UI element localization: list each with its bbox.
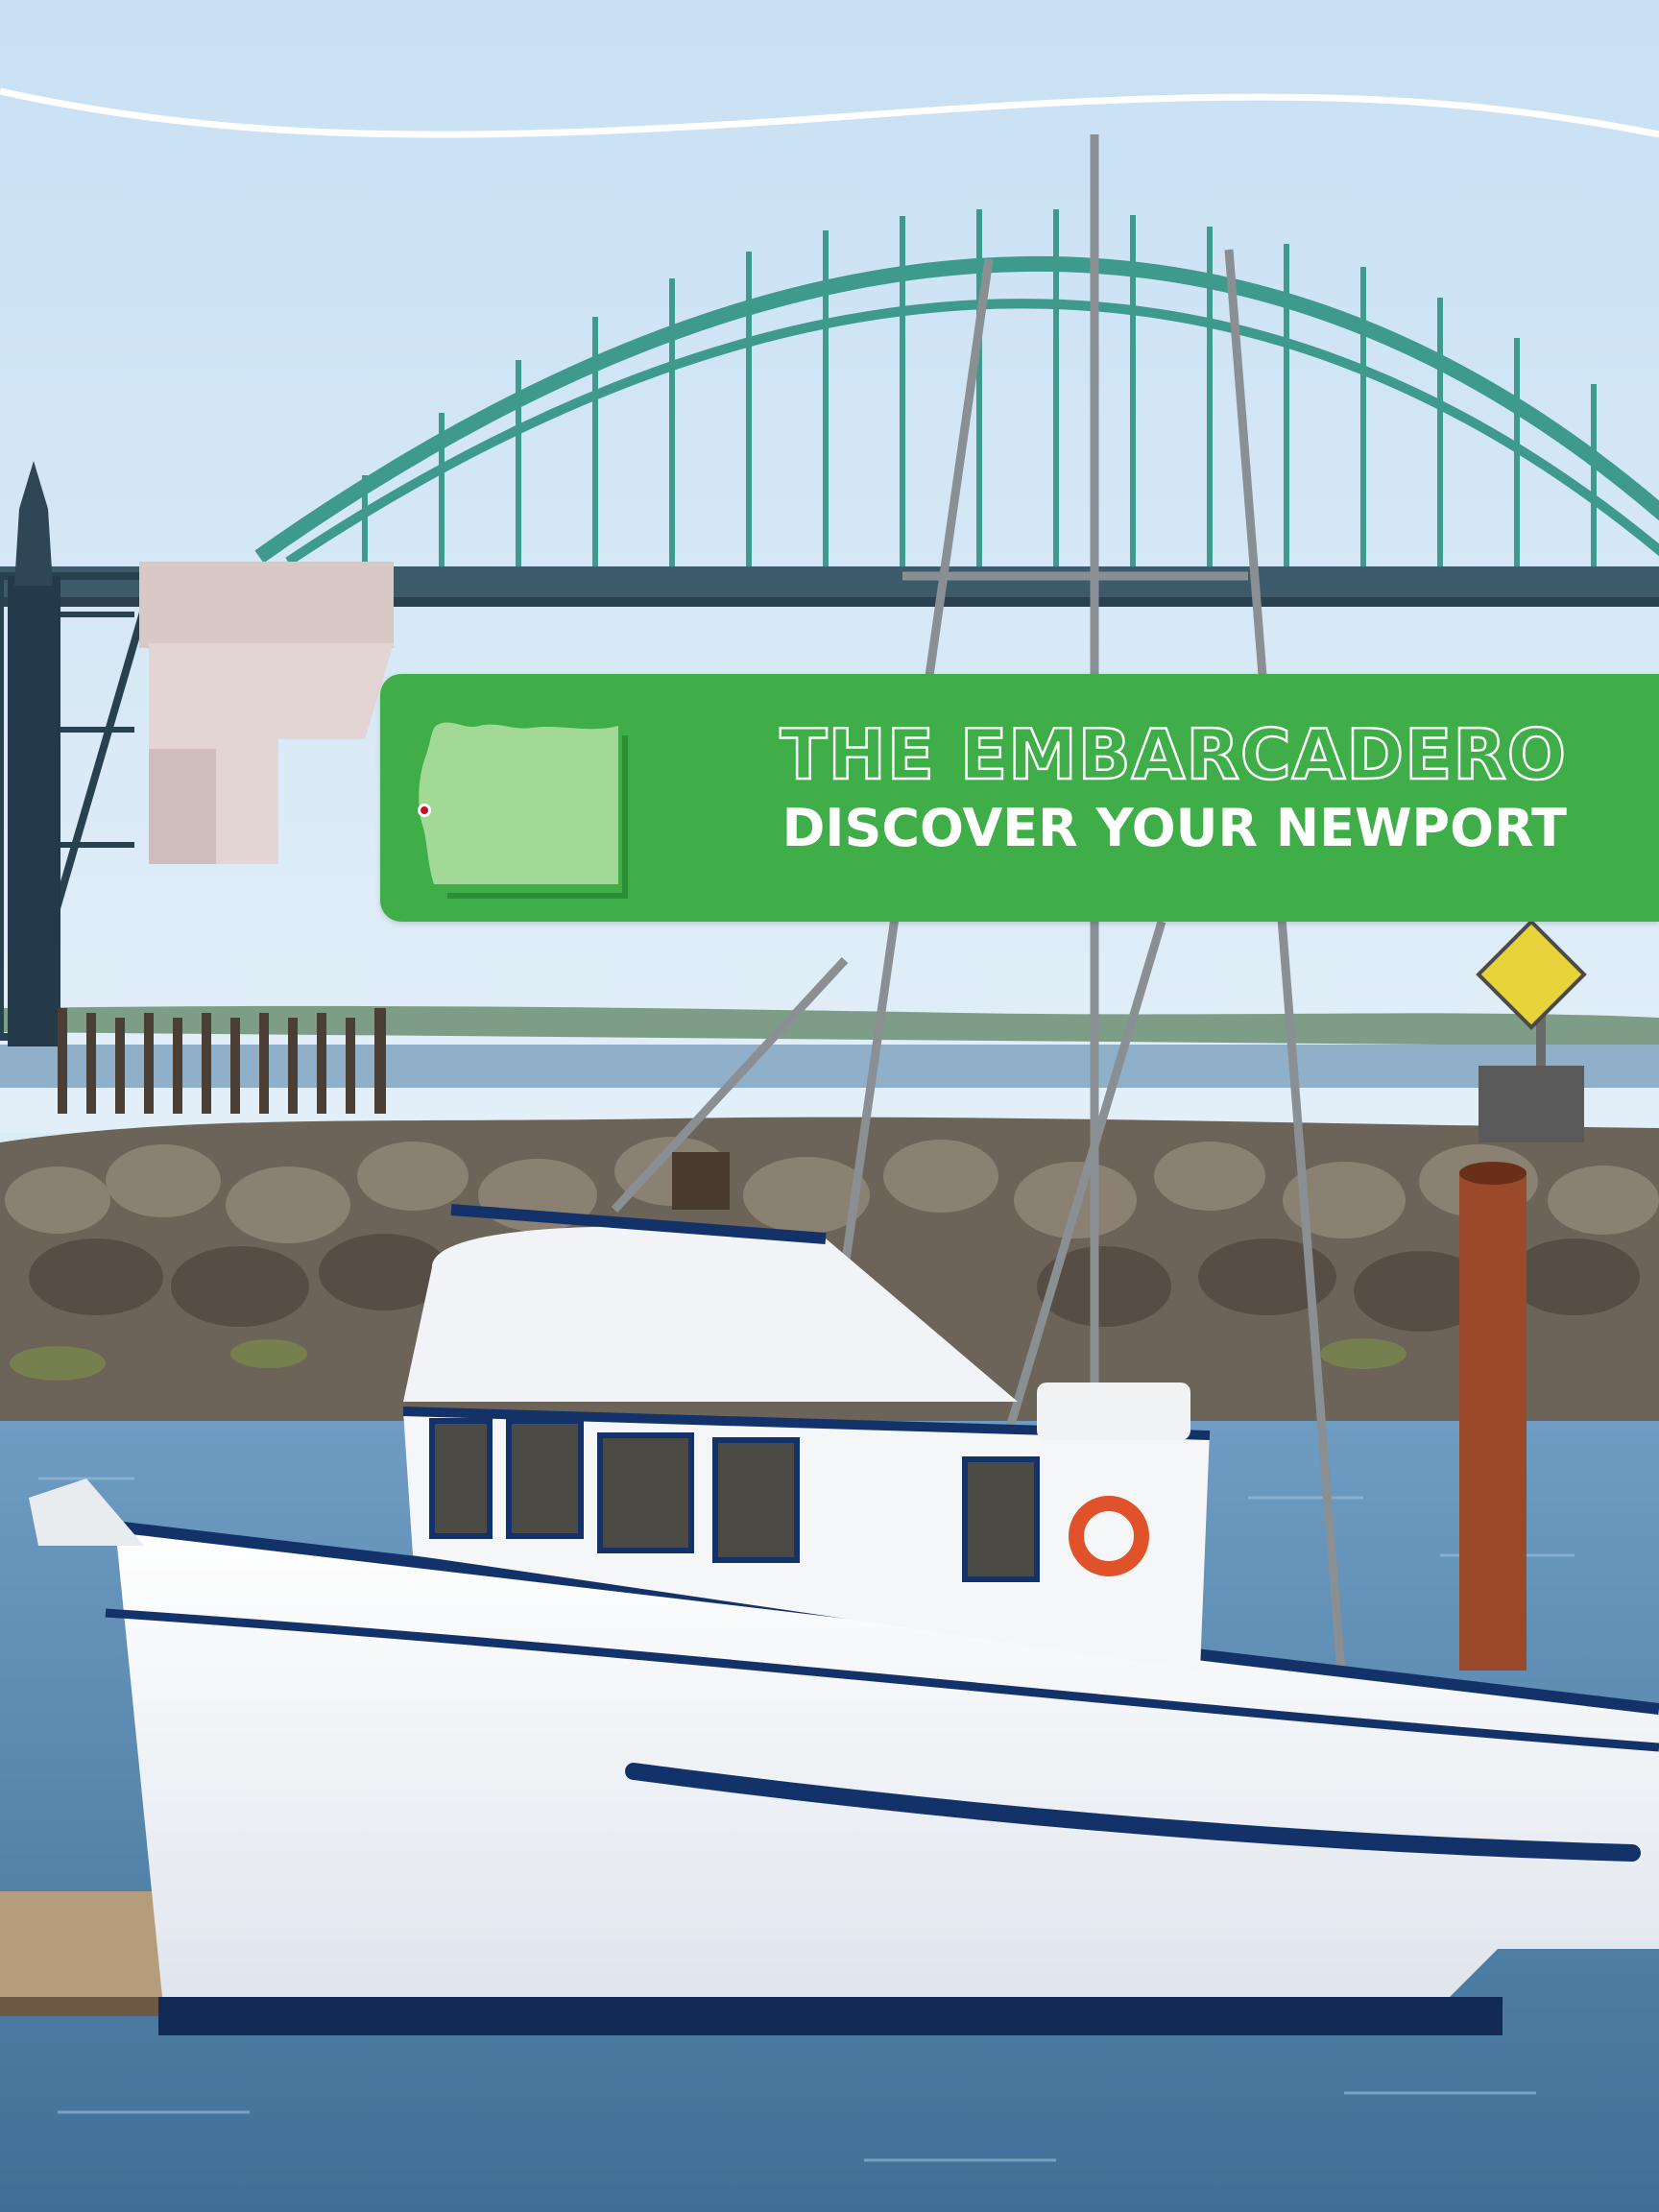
harbor-photo bbox=[0, 0, 1659, 2212]
title-banner: THE EMBARCADERO DISCOVER YOUR NEWPORT bbox=[380, 674, 1659, 922]
page-title: THE EMBARCADERO bbox=[779, 714, 1567, 795]
rusty-piling bbox=[1459, 1162, 1527, 1671]
page-subtitle: DISCOVER YOUR NEWPORT bbox=[781, 798, 1567, 858]
dock bbox=[0, 1891, 163, 2016]
distant-shore bbox=[0, 1005, 1659, 1088]
oregon-state-map-icon bbox=[418, 722, 628, 899]
